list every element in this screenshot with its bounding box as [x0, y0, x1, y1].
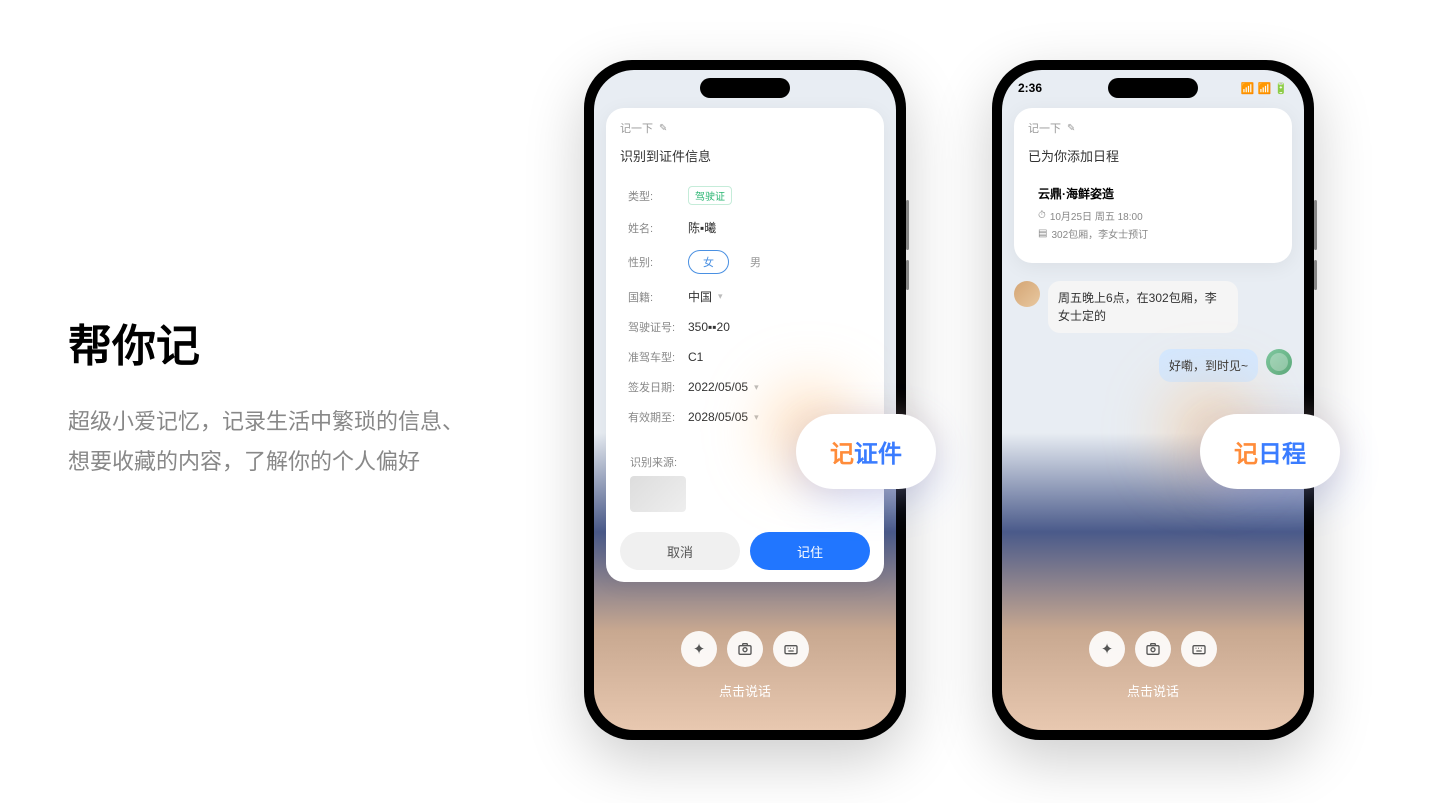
bottom-bar: ✦ 点击说话	[594, 631, 896, 700]
message-bubble: 周五晚上6点，在302包厢，李女士定的	[1048, 281, 1238, 333]
note-icon: ▤	[1038, 228, 1047, 239]
value-issue[interactable]: 2022/05/05	[688, 380, 748, 394]
sparkle-icon[interactable]: ✦	[681, 631, 717, 667]
value-license: 350▪▪20	[688, 320, 730, 334]
event-note: 302包厢，李女士预订	[1051, 226, 1148, 241]
keyboard-icon[interactable]	[773, 631, 809, 667]
clock-icon: ⏱	[1038, 210, 1046, 221]
phone-mockup-1: 记一下 ✎ 识别到证件信息 类型:驾驶证 姓名:陈▪曦 性别: 女 男 国籍:中…	[584, 60, 906, 740]
value-nation[interactable]: 中国	[688, 288, 712, 305]
status-time: 2:36	[1018, 81, 1042, 95]
label-license: 驾驶证号:	[628, 319, 688, 335]
card-header: 记一下 ✎	[620, 120, 870, 136]
feature-pill-id: 记证件	[796, 414, 936, 489]
event-time: 10月25日 周五 18:00	[1050, 208, 1143, 223]
phone-screen-2: 2:36 📶 📶 🔋 记一下 ✎ 已为你添加日程 云鼎·海鲜姿造 ⏱ 10月25日…	[1002, 70, 1304, 730]
hero-desc: 超级小爱记忆，记录生活中繁琐的信息、 想要收藏的内容，了解你的个人偏好	[68, 402, 488, 481]
chevron-down-icon: ▾	[754, 412, 759, 423]
chat-area: 周五晚上6点，在302包厢，李女士定的 好嘞，到时见~	[1002, 271, 1304, 392]
label-nation: 国籍:	[628, 289, 688, 305]
card-title: 已为你添加日程	[1028, 146, 1278, 165]
cancel-button[interactable]: 取消	[620, 532, 740, 570]
pill-char-2: 证件	[854, 441, 902, 468]
value-type: 驾驶证	[688, 186, 732, 205]
event-title: 云鼎·海鲜姿造	[1038, 185, 1268, 202]
label-issue: 签发日期:	[628, 379, 688, 395]
pill-char-1: 记	[830, 441, 854, 468]
phone-notch	[1108, 78, 1198, 98]
card-header: 记一下 ✎	[1028, 120, 1278, 136]
hero-title: 帮你记	[68, 310, 488, 374]
camera-icon[interactable]	[727, 631, 763, 667]
card-header-text: 记一下	[1028, 120, 1061, 136]
value-name: 陈▪曦	[688, 219, 716, 236]
edit-icon[interactable]: ✎	[1067, 123, 1075, 134]
label-name: 姓名:	[628, 220, 688, 236]
message-bubble: 好嘞，到时见~	[1159, 349, 1258, 382]
pill-char-1: 记	[1234, 441, 1258, 468]
message-incoming: 周五晚上6点，在302包厢，李女士定的	[1014, 281, 1292, 333]
chevron-down-icon: ▾	[718, 291, 723, 302]
label-gender: 性别:	[628, 254, 688, 270]
card-title: 识别到证件信息	[620, 146, 870, 165]
label-class: 准驾车型:	[628, 349, 688, 365]
tap-to-speak[interactable]: 点击说话	[1002, 681, 1304, 700]
value-class: C1	[688, 350, 703, 364]
gender-male[interactable]: 男	[735, 250, 776, 274]
tap-to-speak[interactable]: 点击说话	[594, 681, 896, 700]
source-thumbnail[interactable]	[630, 476, 686, 512]
label-valid: 有效期至:	[628, 409, 688, 425]
phone-mockup-2: 2:36 📶 📶 🔋 记一下 ✎ 已为你添加日程 云鼎·海鲜姿造 ⏱ 10月25日…	[992, 60, 1314, 740]
card-header-text: 记一下	[620, 120, 653, 136]
chevron-down-icon: ▾	[754, 382, 759, 393]
feature-pill-schedule: 记日程	[1200, 414, 1340, 489]
schedule-card: 记一下 ✎ 已为你添加日程 云鼎·海鲜姿造 ⏱ 10月25日 周五 18:00 ▤…	[1014, 108, 1292, 263]
value-valid[interactable]: 2028/05/05	[688, 410, 748, 424]
message-outgoing: 好嘞，到时见~	[1014, 349, 1292, 382]
gender-segment[interactable]: 女 男	[688, 250, 776, 274]
confirm-button[interactable]: 记住	[750, 532, 870, 570]
id-card-panel: 记一下 ✎ 识别到证件信息 类型:驾驶证 姓名:陈▪曦 性别: 女 男 国籍:中…	[606, 108, 884, 582]
hero-text: 帮你记 超级小爱记忆，记录生活中繁琐的信息、 想要收藏的内容，了解你的个人偏好	[68, 310, 488, 481]
edit-icon[interactable]: ✎	[659, 123, 667, 134]
label-type: 类型:	[628, 188, 688, 204]
keyboard-icon[interactable]	[1181, 631, 1217, 667]
gender-female[interactable]: 女	[688, 250, 729, 274]
avatar	[1266, 349, 1292, 375]
avatar	[1014, 281, 1040, 307]
sparkle-icon[interactable]: ✦	[1089, 631, 1125, 667]
event-card[interactable]: 云鼎·海鲜姿造 ⏱ 10月25日 周五 18:00 ▤ 302包厢，李女士预订	[1028, 175, 1278, 251]
camera-icon[interactable]	[1135, 631, 1171, 667]
status-icons: 📶 📶 🔋	[1241, 82, 1288, 95]
bottom-bar: ✦ 点击说话	[1002, 631, 1304, 700]
pill-char-2: 日程	[1258, 441, 1306, 468]
phone-notch	[700, 78, 790, 98]
